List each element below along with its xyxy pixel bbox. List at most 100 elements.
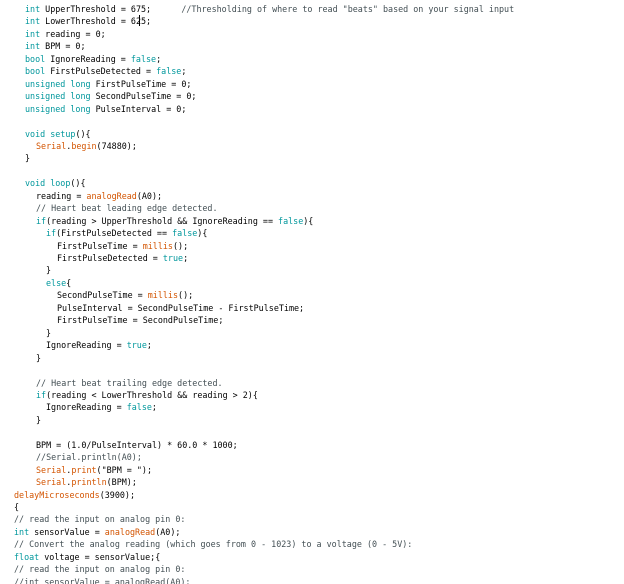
- code-line[interactable]: }: [46, 264, 51, 276]
- code-token: false: [278, 215, 304, 226]
- code-token: ;: [181, 66, 187, 77]
- code-token: FirstPulseTime =: [57, 240, 143, 251]
- code-token: ;: [146, 340, 152, 351]
- code-token: }: [36, 352, 42, 363]
- code-line[interactable]: Serial.begin(74880);: [36, 140, 137, 152]
- code-line[interactable]: unsigned long SecondPulseTime = 0;: [25, 90, 196, 102]
- code-token: }: [25, 153, 31, 164]
- code-line[interactable]: // Convert the analog reading (which goe…: [14, 538, 412, 550]
- code-line[interactable]: Serial.print("BPM = ");: [36, 464, 152, 476]
- code-line[interactable]: if(reading > UpperThreshold && IgnoreRea…: [36, 215, 313, 227]
- code-line[interactable]: delayMicroseconds(3900);: [14, 489, 135, 501]
- code-token: (3900);: [99, 489, 136, 500]
- code-token: unsigned: [25, 103, 66, 114]
- code-token: reading =: [36, 190, 87, 201]
- code-line[interactable]: bool FirstPulseDetected = false;: [25, 65, 186, 77]
- code-token: true: [126, 340, 147, 351]
- code-token: FirstPulseDetected =: [57, 253, 163, 263]
- code-line[interactable]: float voltage = sensorValue;{: [14, 551, 160, 563]
- code-token: long: [70, 78, 91, 89]
- code-line[interactable]: int reading = 0;: [25, 28, 106, 40]
- code-token: (BPM);: [106, 477, 137, 488]
- code-token: ();: [172, 240, 189, 251]
- code-line[interactable]: FirstPulseDetected = true;: [57, 252, 188, 264]
- code-token: begin: [71, 140, 97, 151]
- code-token: SecondPulseTime = 0;: [90, 91, 197, 102]
- code-token: // Heart beat leading edge detected.: [36, 203, 218, 214]
- code-line[interactable]: if(FirstPulseDetected == false){: [46, 227, 207, 239]
- code-token: Serial: [36, 464, 67, 475]
- code-token: {: [14, 502, 20, 512]
- code-line[interactable]: int UpperThreshold = 675; //Thresholding…: [25, 3, 514, 15]
- code-token: UpperThreshold = 675;: [40, 4, 182, 14]
- code-line[interactable]: // read the input on analog pin 0:: [14, 563, 185, 575]
- code-line[interactable]: FirstPulseTime = millis();: [57, 240, 188, 252]
- code-line[interactable]: //int sensorValue = analogRead(A0);: [14, 576, 190, 584]
- code-token: long: [70, 91, 91, 102]
- code-line[interactable]: int LowerThreshold = 625;: [25, 15, 151, 27]
- code-token: (A0);: [155, 526, 181, 537]
- code-line[interactable]: unsigned long PulseInterval = 0;: [25, 103, 186, 115]
- code-token: FirstPulseTime = 0;: [90, 78, 192, 89]
- code-line[interactable]: void loop(){: [25, 177, 86, 189]
- code-token: int: [14, 526, 30, 537]
- code-token: bool: [25, 53, 46, 64]
- code-line[interactable]: IgnoreReading = true;: [46, 339, 152, 351]
- code-token: ();: [178, 290, 194, 301]
- code-token: IgnoreReading =: [46, 402, 127, 413]
- code-line[interactable]: }: [25, 152, 30, 164]
- code-token: void: [25, 178, 46, 189]
- code-token: IgnoreReading =: [45, 53, 131, 64]
- code-token: // read the input on analog pin 0:: [14, 514, 186, 525]
- code-token: true: [162, 253, 184, 263]
- code-token: setup: [50, 128, 76, 139]
- code-line[interactable]: // Heart beat leading edge detected.: [36, 202, 218, 214]
- code-line[interactable]: int BPM = 0;: [25, 40, 86, 52]
- code-line[interactable]: if(reading < LowerThreshold && reading >…: [36, 389, 258, 401]
- code-line[interactable]: // Heart beat trailing edge detected.: [36, 377, 223, 389]
- code-token: PulseInterval = SecondPulseTime - FirstP…: [57, 302, 305, 313]
- code-line[interactable]: }: [36, 352, 41, 364]
- code-line[interactable]: }: [46, 327, 51, 339]
- code-token: //Serial.println(A0);: [36, 452, 142, 463]
- code-token: ("BPM = ");: [96, 464, 152, 475]
- code-token: voltage = sensorValue;{: [39, 551, 161, 562]
- code-token: analogRead: [104, 526, 156, 537]
- code-token: BPM = (1.0/PulseInterval) * 60.0 * 1000;: [36, 439, 238, 450]
- code-token: false: [156, 66, 182, 77]
- code-token: false: [130, 53, 157, 64]
- code-token: else: [46, 277, 67, 288]
- code-token: print: [71, 464, 97, 475]
- code-line[interactable]: BPM = (1.0/PulseInterval) * 60.0 * 1000;: [36, 439, 238, 451]
- code-token: reading = 0;: [40, 28, 106, 39]
- code-line[interactable]: // read the input on analog pin 0:: [14, 513, 185, 525]
- code-line[interactable]: unsigned long FirstPulseTime = 0;: [25, 78, 191, 90]
- code-token: {: [66, 277, 72, 288]
- code-editor[interactable]: int UpperThreshold = 675; //Thresholding…: [0, 0, 624, 584]
- code-token: millis: [142, 240, 173, 251]
- code-token: if: [36, 215, 47, 226]
- code-line[interactable]: }: [36, 414, 41, 426]
- code-line[interactable]: bool IgnoreReading = false;: [25, 53, 161, 65]
- code-line[interactable]: Serial.println(BPM);: [36, 476, 137, 488]
- code-token: Serial: [36, 477, 67, 488]
- code-token: int: [25, 16, 41, 27]
- code-token: SecondPulseTime =: [57, 290, 148, 301]
- code-line[interactable]: void setup(){: [25, 128, 91, 140]
- code-token: unsigned: [25, 91, 66, 102]
- code-token: (reading < LowerThreshold && reading > 2…: [46, 389, 258, 400]
- code-line[interactable]: int sensorValue = analogRead(A0);: [14, 526, 180, 538]
- code-line[interactable]: else{: [46, 277, 71, 289]
- code-token: }: [36, 414, 42, 425]
- code-token: int: [25, 28, 41, 39]
- code-line[interactable]: reading = analogRead(A0);: [36, 190, 162, 202]
- code-token: //int sensorValue = analogRead(A0);: [14, 576, 191, 584]
- code-line[interactable]: //Serial.println(A0);: [36, 451, 142, 463]
- code-line[interactable]: {: [14, 501, 19, 513]
- code-line[interactable]: PulseInterval = SecondPulseTime - FirstP…: [57, 302, 304, 314]
- code-line[interactable]: IgnoreReading = false;: [46, 401, 157, 413]
- code-token: int: [25, 41, 41, 52]
- code-line[interactable]: FirstPulseTime = SecondPulseTime;: [57, 314, 223, 326]
- code-line[interactable]: SecondPulseTime = millis();: [57, 289, 193, 301]
- code-token: if: [36, 389, 47, 400]
